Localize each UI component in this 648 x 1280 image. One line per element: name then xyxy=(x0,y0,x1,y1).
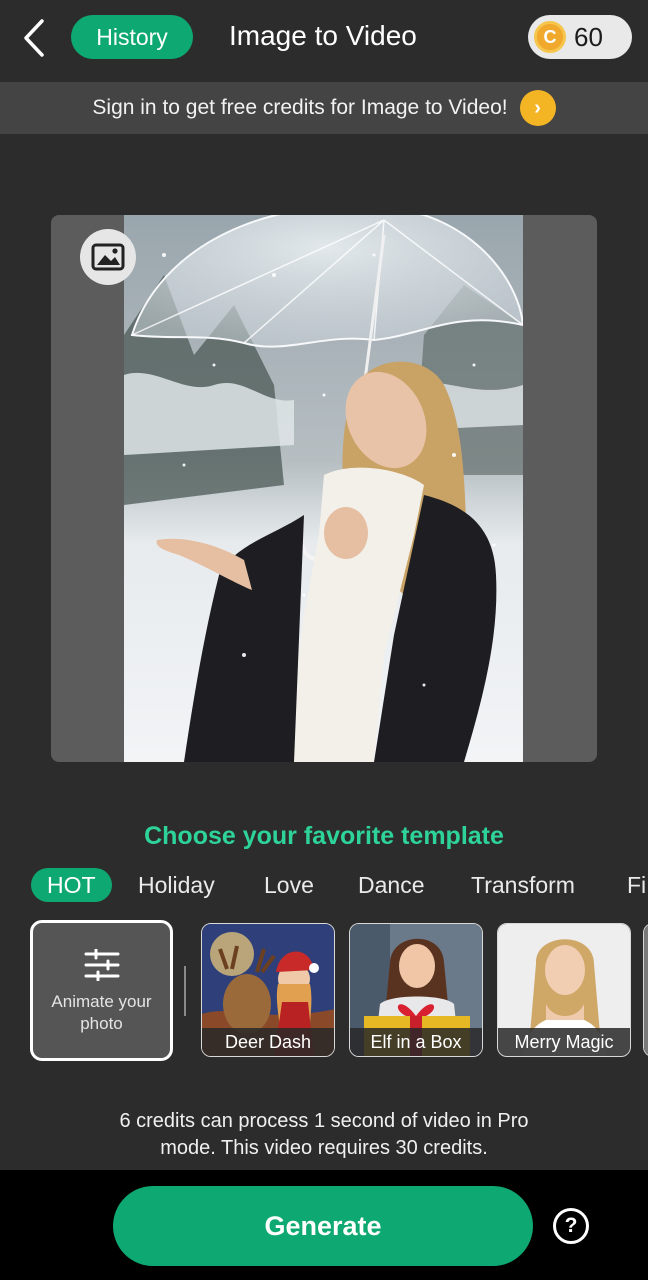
tab-dance[interactable]: Dance xyxy=(358,868,424,902)
tab-transform[interactable]: Transform xyxy=(471,868,575,902)
generate-button-label: Generate xyxy=(264,1210,382,1241)
chevron-right-icon[interactable]: › xyxy=(519,90,556,126)
credits-count: 60 xyxy=(574,21,603,52)
template-card-label: Merry Magic xyxy=(498,1028,630,1056)
credits-badge[interactable]: C 60 xyxy=(528,15,632,59)
tab-hot[interactable]: HOT xyxy=(31,868,112,902)
image-preview xyxy=(51,215,597,762)
app-screen: History Image to Video C 60 Sign in to g… xyxy=(0,0,648,1280)
tab-love[interactable]: Love xyxy=(264,868,314,902)
cards-divider xyxy=(184,966,186,1016)
coin-icon: C xyxy=(534,21,566,53)
generate-button[interactable]: Generate xyxy=(113,1186,533,1266)
help-glyph: ? xyxy=(564,1214,578,1237)
template-category-tabs: HOT Holiday Love Dance Transform Fi xyxy=(0,866,648,906)
template-card-deer-dash[interactable]: Deer Dash xyxy=(201,923,335,1057)
credits-info-line-2: mode. This video requires 30 credits. xyxy=(160,1137,488,1159)
template-card-label: Deer Dash xyxy=(202,1028,334,1056)
tab-fi[interactable]: Fi xyxy=(627,868,646,902)
page-title: Image to Video xyxy=(229,20,417,51)
credits-info: 6 credits can process 1 second of video … xyxy=(0,1108,648,1162)
template-card-partial[interactable] xyxy=(643,923,648,1057)
top-bar: History Image to Video C 60 xyxy=(0,0,648,80)
animate-photo-label: Animate your photo xyxy=(51,992,152,1033)
question-circle-icon[interactable]: ? xyxy=(553,1208,589,1244)
back-button[interactable] xyxy=(16,18,52,58)
credits-info-line-1: 6 credits can process 1 second of video … xyxy=(119,1110,529,1132)
coin-glyph: C xyxy=(543,26,557,47)
template-card-label: Elf in a Box xyxy=(350,1028,482,1056)
bottom-bar: Generate ? xyxy=(0,1170,648,1280)
image-icon xyxy=(91,243,125,271)
history-button-label: History xyxy=(96,23,168,50)
tab-holiday[interactable]: Holiday xyxy=(138,868,215,902)
change-image-button[interactable] xyxy=(80,229,136,285)
banner-text: Sign in to get free credits for Image to… xyxy=(92,96,508,119)
template-card-elf-in-a-box[interactable]: Elf in a Box xyxy=(349,923,483,1057)
sign-in-banner[interactable]: Sign in to get free credits for Image to… xyxy=(0,82,648,134)
uploaded-photo xyxy=(124,215,523,762)
history-button[interactable]: History xyxy=(71,15,193,59)
chevron-left-icon xyxy=(24,19,44,57)
template-section-title: Choose your favorite template xyxy=(144,822,504,850)
sliders-icon xyxy=(84,949,119,981)
template-card-merry-magic[interactable]: Merry Magic xyxy=(497,923,631,1057)
template-cards: Animate your photo Deer Dash Elf in a Bo… xyxy=(0,920,648,1062)
animate-photo-card[interactable]: Animate your photo xyxy=(30,920,173,1061)
banner-arrow-glyph: › xyxy=(534,96,541,119)
